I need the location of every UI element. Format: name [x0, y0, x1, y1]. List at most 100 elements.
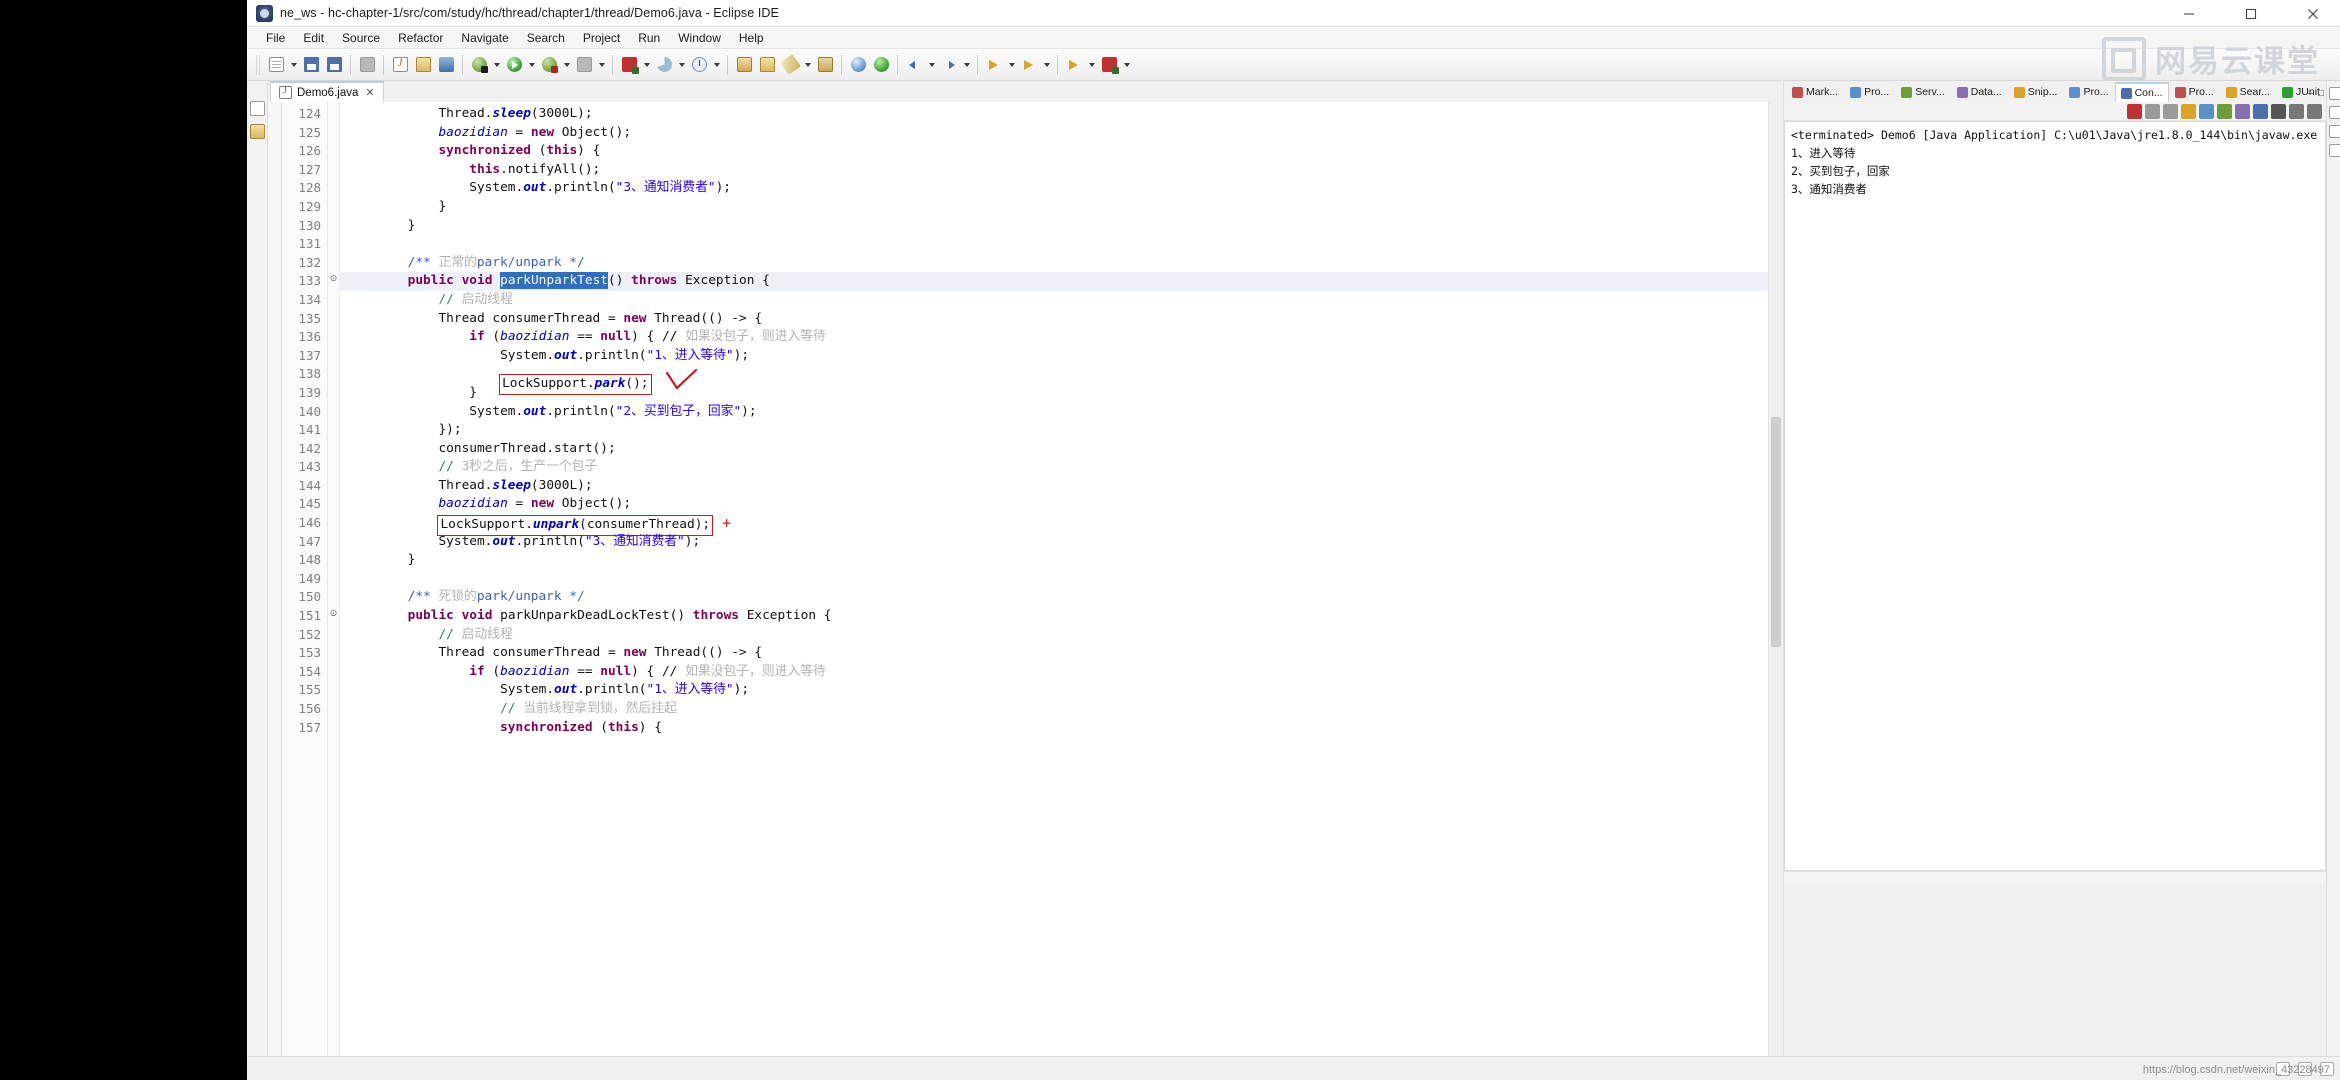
- debug-icon[interactable]: [468, 54, 490, 76]
- new-file-icon[interactable]: [265, 54, 287, 76]
- outline-view-icon[interactable]: [2329, 87, 2340, 100]
- templates-view-icon[interactable]: [2329, 125, 2340, 138]
- maximize-view-icon[interactable]: [2307, 103, 2322, 119]
- view-tab-snip[interactable]: Snip...: [2008, 82, 2064, 102]
- minimize-icon[interactable]: –: [2308, 88, 2314, 99]
- new-window-dropdown-icon[interactable]: [641, 54, 652, 76]
- code-line[interactable]: if (baozidian == null) { // 如果没包子，则进入等待: [340, 663, 1768, 682]
- new-package-icon[interactable]: [412, 54, 434, 76]
- code-line[interactable]: LockSupport.unpark(consumerThread); +: [340, 514, 1768, 536]
- view-menu-icon[interactable]: [2271, 103, 2286, 119]
- console-horizontal-scrollbar[interactable]: [1784, 871, 2326, 884]
- restore-right-view-icon[interactable]: [2329, 144, 2340, 157]
- menu-edit[interactable]: Edit: [294, 29, 333, 47]
- terminate-icon[interactable]: [2127, 103, 2142, 119]
- code-line[interactable]: this.notifyAll();: [340, 161, 1768, 180]
- close-icon[interactable]: ✕: [365, 86, 374, 99]
- minimize-view-icon[interactable]: [2289, 103, 2304, 119]
- code-line[interactable]: Thread.sleep(3000L);: [340, 477, 1768, 496]
- console-output-area[interactable]: <terminated> Demo6 [Java Application] C:…: [1784, 121, 2326, 871]
- save-icon[interactable]: [300, 54, 322, 76]
- view-tab-data[interactable]: Data...: [1951, 82, 2008, 102]
- remove-launch-icon[interactable]: [2145, 103, 2160, 119]
- code-line[interactable]: }: [340, 551, 1768, 570]
- run-external-tools-icon[interactable]: [573, 54, 595, 76]
- clear-console-icon[interactable]: [2181, 103, 2196, 119]
- code-line[interactable]: }: [340, 217, 1768, 236]
- editor-tab-demo6[interactable]: Demo6.java ✕: [270, 81, 384, 102]
- fold-toggle-icon[interactable]: ⊙: [328, 604, 339, 623]
- junit-icon[interactable]: [870, 54, 892, 76]
- refresh-dropdown-icon[interactable]: [676, 54, 687, 76]
- code-line[interactable]: [340, 235, 1768, 254]
- last-edit-dropdown-icon[interactable]: [1006, 54, 1017, 76]
- new-java-project-icon[interactable]: [389, 54, 411, 76]
- forward-dropdown-icon[interactable]: [961, 54, 972, 76]
- code-line[interactable]: LockSupport.park();: [340, 365, 1768, 395]
- scroll-lock-icon[interactable]: [2199, 103, 2214, 119]
- menu-help[interactable]: Help: [730, 29, 773, 47]
- coverage-dropdown-icon[interactable]: [561, 54, 572, 76]
- open-type-icon[interactable]: [733, 54, 755, 76]
- folding-ruler[interactable]: ⊙ ⊙: [328, 102, 340, 1066]
- coverage-icon[interactable]: [538, 54, 560, 76]
- toolbar-grip[interactable]: [256, 54, 261, 75]
- code-line[interactable]: // 启动线程: [340, 291, 1768, 310]
- code-line[interactable]: baozidian = new Object();: [340, 124, 1768, 143]
- code-line[interactable]: // 3秒之后，生产一个包子: [340, 458, 1768, 477]
- run-dropdown-icon[interactable]: [526, 54, 537, 76]
- maximize-button[interactable]: [2220, 0, 2282, 27]
- code-line[interactable]: Thread.sleep(3000L);: [340, 105, 1768, 124]
- run-icon[interactable]: [503, 54, 525, 76]
- menu-run[interactable]: Run: [629, 29, 669, 47]
- new-file-dropdown-icon[interactable]: [288, 54, 299, 76]
- code-line[interactable]: /** 正常的park/unpark */: [340, 254, 1768, 273]
- back-dropdown-icon[interactable]: [926, 54, 937, 76]
- print-icon[interactable]: [356, 54, 378, 76]
- code-line[interactable]: consumerThread.start();: [340, 440, 1768, 459]
- next-annotation-icon[interactable]: [1018, 54, 1040, 76]
- restore-view-icon[interactable]: [249, 101, 265, 117]
- code-line[interactable]: }: [340, 384, 1768, 403]
- view-tab-pro[interactable]: Pro...: [2063, 82, 2114, 102]
- menu-search[interactable]: Search: [518, 29, 574, 47]
- code-line[interactable]: System.out.println("1、进入等待");: [340, 681, 1768, 700]
- external-tools-dropdown-icon[interactable]: [596, 54, 607, 76]
- view-tab-sear[interactable]: Sear...: [2220, 82, 2276, 102]
- previous-annotation-icon[interactable]: [1063, 54, 1085, 76]
- view-tab-mark[interactable]: Mark...: [1786, 82, 1844, 102]
- view-tab-con[interactable]: Con...: [2114, 82, 2169, 102]
- remove-all-terminated-icon[interactable]: [2163, 103, 2178, 119]
- code-line[interactable]: Thread consumerThread = new Thread(() ->…: [340, 644, 1768, 663]
- view-tab-pro[interactable]: Pro...: [1844, 82, 1895, 102]
- annotation-ruler[interactable]: [268, 102, 282, 1066]
- editor-vertical-scrollbar[interactable]: [1768, 102, 1783, 1066]
- menu-navigate[interactable]: Navigate: [452, 29, 517, 47]
- code-line[interactable]: Thread consumerThread = new Thread(() ->…: [340, 310, 1768, 329]
- code-line[interactable]: System.out.println("3、通知消费者");: [340, 533, 1768, 552]
- forward-icon[interactable]: [938, 54, 960, 76]
- next-annotation-dropdown-icon[interactable]: [1041, 54, 1052, 76]
- open-console-icon[interactable]: [2253, 103, 2268, 119]
- menu-refactor[interactable]: Refactor: [389, 29, 452, 47]
- code-line[interactable]: if (baozidian == null) { // 如果没包子，则进入等待: [340, 328, 1768, 347]
- maximize-icon[interactable]: □: [2318, 88, 2324, 99]
- code-line[interactable]: baozidian = new Object();: [340, 495, 1768, 514]
- debug-dropdown-icon[interactable]: [491, 54, 502, 76]
- menu-project[interactable]: Project: [574, 29, 629, 47]
- code-line[interactable]: synchronized (this) {: [340, 142, 1768, 161]
- toggle-breakpoint-icon[interactable]: [1098, 54, 1120, 76]
- history-icon[interactable]: [688, 54, 710, 76]
- minimize-button[interactable]: [2158, 0, 2220, 27]
- new-class-icon[interactable]: [435, 54, 457, 76]
- search-dropdown-icon[interactable]: [802, 54, 813, 76]
- code-line[interactable]: public void parkUnparkTest() throws Exce…: [340, 272, 1768, 291]
- menu-source[interactable]: Source: [333, 29, 389, 47]
- history-dropdown-icon[interactable]: [711, 54, 722, 76]
- code-line[interactable]: }: [340, 198, 1768, 217]
- code-text[interactable]: Thread.sleep(3000L); baozidian = new Obj…: [340, 102, 1768, 1066]
- code-line[interactable]: /** 死锁的park/unpark */: [340, 588, 1768, 607]
- menu-window[interactable]: Window: [669, 29, 730, 47]
- refresh-icon[interactable]: [653, 54, 675, 76]
- save-all-icon[interactable]: [323, 54, 345, 76]
